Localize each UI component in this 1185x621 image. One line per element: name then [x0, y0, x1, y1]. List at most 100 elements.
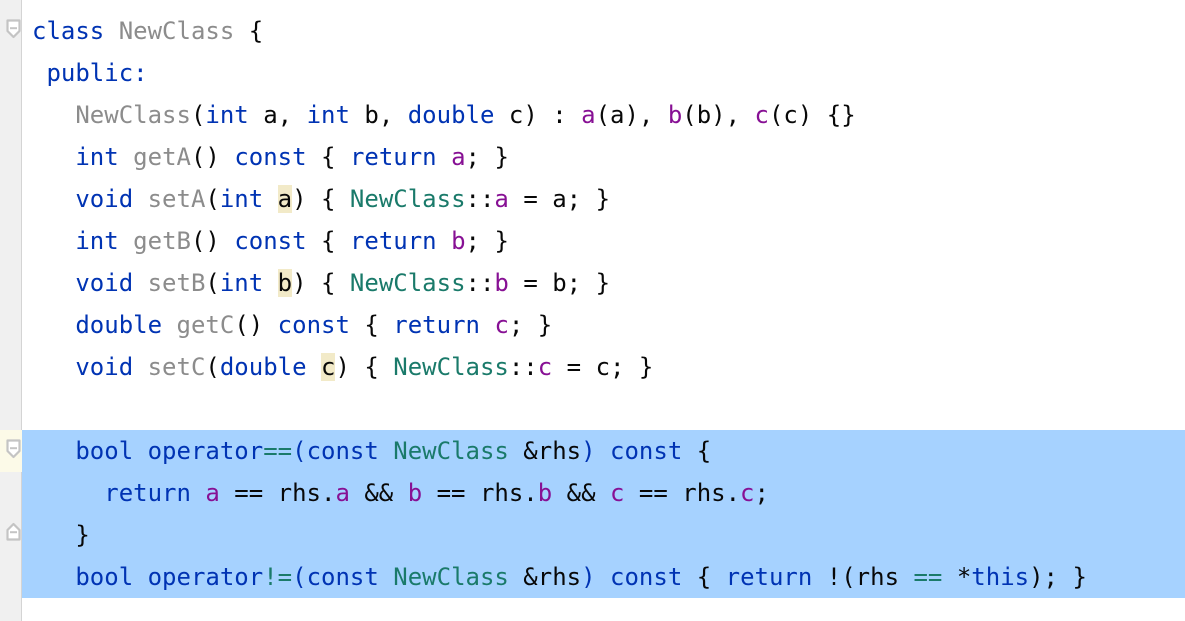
- code-token: a: [451, 143, 466, 171]
- code-token: operator: [147, 563, 264, 591]
- code-token: b: [537, 479, 553, 507]
- code-token: operator: [147, 437, 264, 465]
- code-token: return: [393, 311, 480, 339]
- fold-marker-operator-close-icon[interactable]: [5, 522, 22, 544]
- code-token: ==: [263, 437, 293, 465]
- code-token: {: [306, 143, 350, 171]
- code-token: a,: [248, 101, 307, 129]
- code-token: :: [133, 59, 148, 87]
- code-line[interactable]: bool operator!=(const NewClass &rhs) con…: [22, 556, 1185, 598]
- code-token: return: [349, 143, 437, 171]
- code-token: (): [190, 143, 235, 171]
- code-area[interactable]: class NewClass { public: NewClass(int a,…: [22, 0, 1185, 621]
- code-token: ) {: [292, 269, 350, 297]
- code-token: bool: [75, 563, 134, 591]
- code-token: NewClass: [393, 563, 509, 591]
- code-token: NewClass: [393, 437, 509, 465]
- code-token: &&: [349, 479, 408, 507]
- code-token: = a; }: [508, 185, 611, 213]
- code-token: &&: [552, 479, 610, 507]
- code-token: setA: [147, 185, 206, 213]
- code-token: const: [277, 311, 350, 339]
- editor-gutter[interactable]: [0, 0, 23, 621]
- code-token: const: [234, 143, 307, 171]
- fold-marker-operator-open-icon[interactable]: [5, 438, 22, 460]
- code-token: getC: [176, 311, 235, 339]
- code-token: const: [610, 563, 683, 591]
- code-token: = b; }: [508, 269, 611, 297]
- code-token: &rhs: [508, 563, 582, 591]
- code-token: c: [537, 353, 553, 381]
- code-token: ): [581, 563, 611, 591]
- code-line[interactable]: [22, 388, 1185, 430]
- code-token: int: [205, 101, 249, 129]
- code-line[interactable]: int getB() const { return b; }: [22, 220, 1185, 262]
- code-token: ::: [508, 353, 538, 381]
- code-token: NewClass: [118, 17, 235, 45]
- code-token: double: [407, 101, 495, 129]
- code-token: return: [725, 563, 813, 591]
- code-token: int: [219, 185, 264, 213]
- code-token: ) {: [335, 353, 394, 381]
- code-token: (a),: [595, 101, 668, 129]
- code-token: return: [349, 227, 437, 255]
- code-line[interactable]: bool operator==(const NewClass &rhs) con…: [22, 430, 1185, 472]
- code-token: (: [190, 101, 206, 129]
- code-token: (: [205, 269, 220, 297]
- code-line[interactable]: double getC() const { return c; }: [22, 304, 1185, 346]
- code-line[interactable]: NewClass(int a, int b, double c) : a(a),…: [22, 94, 1185, 136]
- code-line[interactable]: void setC(double c) { NewClass::c = c; }: [22, 346, 1185, 388]
- code-line[interactable]: }: [22, 514, 1185, 556]
- code-line-list[interactable]: class NewClass { public: NewClass(int a,…: [22, 0, 1185, 598]
- code-line[interactable]: int getA() const { return a; }: [22, 136, 1185, 178]
- code-token: NewClass: [393, 353, 509, 381]
- code-token: setB: [147, 269, 206, 297]
- code-token: ): [581, 437, 611, 465]
- code-token: a: [335, 479, 350, 507]
- code-token: {: [306, 227, 350, 255]
- code-token: int: [75, 227, 119, 255]
- code-token: ::: [465, 269, 495, 297]
- code-token: (b),: [682, 101, 755, 129]
- code-token: b: [451, 227, 466, 255]
- code-token: b,: [349, 101, 408, 129]
- code-editor[interactable]: class NewClass { public: NewClass(int a,…: [0, 0, 1185, 621]
- code-token: a: [277, 185, 293, 213]
- code-token: ;: [754, 479, 769, 507]
- code-token: double: [75, 311, 163, 339]
- code-line[interactable]: public:: [22, 52, 1185, 94]
- code-line[interactable]: void setA(int a) { NewClass::a = a; }: [22, 178, 1185, 220]
- code-token: return: [104, 479, 191, 507]
- code-token: !=: [263, 563, 293, 591]
- code-line[interactable]: return a == rhs.a && b == rhs.b && c == …: [22, 472, 1185, 514]
- code-token: getA: [133, 143, 191, 171]
- code-token: c) :: [494, 101, 582, 129]
- code-token: int: [75, 143, 119, 171]
- code-token: (): [234, 311, 278, 339]
- fold-marker-class-open-icon[interactable]: [5, 18, 22, 40]
- code-token: = c; }: [552, 353, 654, 381]
- code-token: c: [610, 479, 625, 507]
- code-token: double: [219, 353, 307, 381]
- code-token: b: [494, 269, 509, 297]
- code-token: a: [581, 101, 596, 129]
- code-token: void: [75, 185, 134, 213]
- code-token: == rhs.: [624, 479, 741, 507]
- code-line[interactable]: class NewClass {: [22, 10, 1185, 52]
- code-line[interactable]: void setB(int b) { NewClass::b = b; }: [22, 262, 1185, 304]
- code-token: ); }: [1029, 563, 1087, 591]
